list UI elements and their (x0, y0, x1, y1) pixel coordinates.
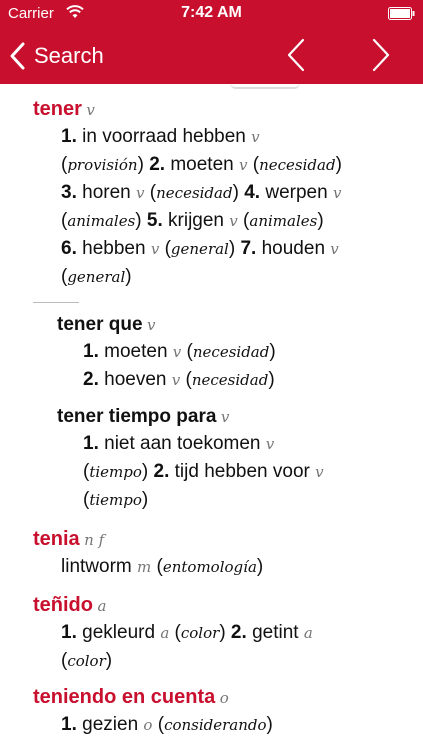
battery-icon (388, 7, 415, 20)
divider (33, 302, 79, 303)
part-of-speech: v (251, 128, 260, 146)
entry-tenido: teñido a 1. gekleurd a (color) 2. getint… (33, 594, 405, 675)
usage-gloss: general (67, 268, 126, 286)
part-of-speech: v (146, 316, 156, 334)
sense-number: 6. (61, 238, 77, 259)
entry-teniendo-en-cuenta: teniendo en cuenta o 1. gezien o (consid… (33, 686, 405, 739)
headword: tener (33, 98, 82, 120)
translation: horen (82, 182, 131, 203)
sense-list: 1. in voorraad hebben v (provisión) 2. m… (61, 126, 342, 287)
translation: krijgen (168, 210, 225, 231)
part-of-speech: v (229, 212, 238, 230)
scroll-cut-indicator (230, 84, 300, 89)
previous-entry-button[interactable] (286, 38, 316, 74)
part-of-speech: n f (84, 531, 105, 549)
part-of-speech: v (315, 463, 324, 481)
usage-gloss: tiempo (89, 463, 142, 481)
translation: moeten (170, 154, 234, 175)
usage-gloss: color (180, 624, 220, 642)
usage-gloss: general (170, 240, 229, 258)
usage-gloss: tiempo (89, 491, 142, 509)
headword: teniendo en cuenta (33, 686, 216, 708)
part-of-speech: v (172, 343, 182, 361)
sense-number: 1. (83, 433, 99, 454)
translation: tijd hebben voor (174, 461, 310, 482)
sense-list: 1. niet aan toekomen v (tiempo) 2. tijd … (83, 433, 324, 510)
clock: 7:42 AM (181, 4, 242, 21)
sense-number: 5. (146, 210, 163, 231)
part-of-speech: m (137, 558, 152, 576)
sense-number: 1. (61, 126, 77, 147)
translation: werpen (265, 182, 328, 203)
translation: houden (261, 238, 326, 259)
sense-number: 3. (61, 182, 77, 203)
translation: lintworm (61, 556, 132, 577)
sub-headword: tener que (57, 314, 143, 335)
entry-tener-tiempo-para: tener tiempo para v 1. niet aan toekomen… (57, 406, 423, 514)
part-of-speech: v (265, 435, 275, 453)
chevron-right-icon (372, 38, 390, 72)
part-of-speech: a (160, 624, 170, 642)
sense-list: 1. gezien o (considerando) (61, 714, 273, 735)
translation: niet aan toekomen (104, 433, 261, 454)
usage-gloss: animales (249, 212, 318, 230)
translation: gezien (82, 714, 139, 735)
chevron-left-icon (10, 42, 25, 70)
part-of-speech: v (239, 156, 248, 174)
entry-tener-que: tener que v 1. moeten v (necesidad) 2. h… (57, 314, 423, 394)
usage-gloss: considerando (164, 716, 267, 734)
usage-gloss: entomología (162, 558, 257, 576)
sub-headword: tener tiempo para (57, 406, 217, 427)
part-of-speech: v (150, 240, 160, 258)
back-label: Search (34, 43, 104, 68)
part-of-speech: v (136, 184, 145, 202)
part-of-speech: a (303, 624, 313, 642)
back-button[interactable]: Search (8, 38, 104, 74)
usage-gloss: animales (67, 212, 136, 230)
status-bar: Carrier 7:42 AM (0, 0, 423, 28)
part-of-speech: v (171, 371, 181, 389)
translation: moeten (104, 341, 168, 362)
translation: in voorraad hebben (82, 126, 246, 147)
headword: tenia (33, 528, 80, 550)
translation: gekleurd (82, 622, 156, 643)
sense-number: 2. (149, 154, 166, 175)
sense-list: lintworm m (entomología) (61, 556, 264, 577)
usage-gloss: necesidad (191, 371, 269, 389)
dictionary-entry-view[interactable]: tener v 1. in voorraad hebben v (provisi… (0, 84, 423, 750)
sense-list: 1. gekleurd a (color) 2. getint a (color… (61, 622, 313, 671)
translation: getint (252, 622, 299, 643)
part-of-speech: v (330, 240, 339, 258)
chevron-left-icon (287, 38, 305, 72)
part-of-speech: v (86, 101, 95, 119)
usage-gloss: provisión (67, 156, 138, 174)
sense-number: 2. (153, 461, 170, 482)
sense-number: 7. (240, 238, 257, 259)
entry-tenia: tenia n f lintworm m (entomología) (33, 528, 405, 581)
usage-gloss: color (67, 652, 106, 670)
sense-number: 1. (83, 341, 99, 362)
translation: hebben (82, 238, 146, 259)
translation: hoeven (104, 369, 167, 390)
part-of-speech: a (97, 597, 107, 615)
usage-gloss: necesidad (192, 343, 270, 361)
usage-gloss: necesidad (156, 184, 233, 202)
sense-number: 1. (61, 622, 77, 643)
sense-list: 1. moeten v (necesidad) 2. hoeven v (nec… (83, 341, 276, 390)
sense-number: 1. (61, 714, 77, 735)
usage-gloss: necesidad (259, 156, 336, 174)
headword: teñido (33, 594, 93, 616)
next-entry-button[interactable] (371, 38, 401, 74)
navigation-bar: Search (0, 28, 423, 84)
sense-number: 2. (83, 369, 99, 390)
sense-number: 2. (230, 622, 247, 643)
part-of-speech: v (220, 408, 230, 426)
entry-tener: tener v 1. in voorraad hebben v (provisi… (33, 98, 405, 291)
part-of-speech: o (143, 716, 153, 734)
part-of-speech: o (219, 689, 229, 707)
sense-number: 4. (244, 182, 261, 203)
part-of-speech: v (332, 184, 342, 202)
